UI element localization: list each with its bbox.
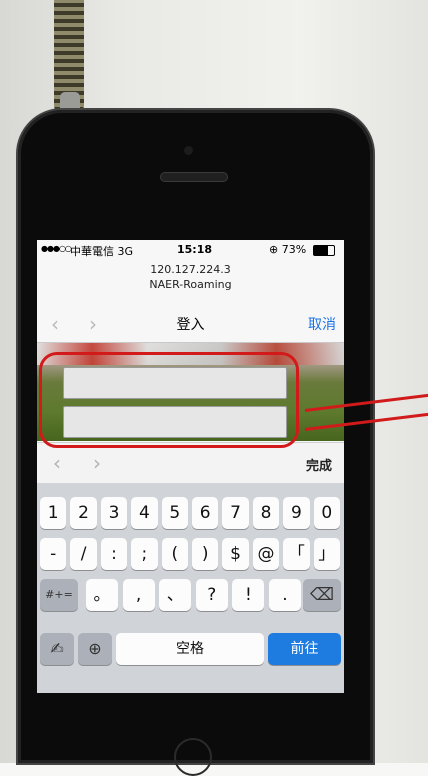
host-address: 120.127.224.3 [150, 263, 231, 276]
key-8[interactable]: 9 [283, 497, 310, 529]
key-6[interactable]: $ [222, 538, 249, 570]
key-2[interactable]: 3 [100, 497, 128, 529]
signal-strength: ●●●○○ [41, 244, 72, 253]
globe-icon[interactable]: ⊕ [78, 633, 112, 665]
key-6[interactable]: 7 [222, 497, 249, 529]
page-title: 登入 [176, 317, 205, 333]
keyboard-accessory-bar: ‹ › 完成 [37, 442, 344, 484]
home-button[interactable] [174, 738, 212, 776]
key-5[interactable]: ) [192, 538, 219, 570]
key-9[interactable]: 0 [313, 497, 340, 529]
key-4[interactable]: 5 [161, 497, 188, 529]
earpiece [160, 172, 228, 182]
key-7[interactable]: @ [252, 538, 280, 570]
key-5[interactable]: 6 [192, 497, 219, 529]
carrier-label: 中華電信 3G [70, 245, 134, 258]
key-1[interactable]: , [122, 579, 155, 611]
clock: 15:18 [177, 243, 213, 256]
key-9[interactable]: 」 [313, 538, 340, 570]
annotation-highlight [39, 352, 299, 448]
cancel-button[interactable]: 取消 [308, 314, 336, 334]
key-0[interactable]: - [40, 538, 67, 570]
key-4[interactable]: ! [232, 579, 265, 611]
key-7[interactable]: 8 [252, 497, 280, 529]
keyboard: 1234567890 - /:;() $ @ 「」 #+= 。,、?!. ⌫ ✍ ⊕ 空… [37, 483, 344, 693]
key-0[interactable]: 。 [86, 579, 118, 611]
login-navbar: ‹ › 登入 取消 [37, 304, 344, 343]
space-key[interactable]: 空格 [116, 633, 264, 665]
phone-screen: ●●●○○ 中華電信 3G 15:18 ⊕ 73% 120.127.224.3 … [37, 240, 344, 693]
key-1[interactable]: 2 [70, 497, 97, 529]
battery-percent: ⊕ 73% [269, 243, 307, 256]
key-2[interactable]: : [100, 538, 128, 570]
key-4[interactable]: ( [161, 538, 188, 570]
key-8[interactable]: 「 [283, 538, 310, 570]
status-bar: ●●●○○ 中華電信 3G 15:18 ⊕ 73% [37, 240, 344, 260]
key-2[interactable]: 、 [159, 579, 192, 611]
done-button[interactable]: 完成 [306, 455, 332, 474]
key-0[interactable]: 1 [40, 497, 67, 529]
key-3[interactable]: 4 [131, 497, 158, 529]
front-camera-icon [184, 146, 193, 155]
next-field-icon[interactable]: › [93, 451, 101, 475]
address-header: 120.127.224.3 NAER-Roaming [37, 262, 344, 292]
handwriting-icon[interactable]: ✍ [40, 633, 74, 665]
key-1[interactable]: / [70, 538, 97, 570]
backspace-icon[interactable]: ⌫ [303, 579, 341, 611]
key-3[interactable]: ; [131, 538, 158, 570]
key-3[interactable]: ? [195, 579, 228, 611]
battery-icon [313, 245, 335, 256]
go-button[interactable]: 前往 [268, 633, 341, 665]
annotation-pointer [304, 388, 428, 448]
symbols-key[interactable]: #+= [40, 579, 78, 611]
network-name: NAER-Roaming [149, 278, 232, 291]
key-5[interactable]: . [269, 579, 301, 611]
previous-field-icon[interactable]: ‹ [53, 451, 61, 475]
